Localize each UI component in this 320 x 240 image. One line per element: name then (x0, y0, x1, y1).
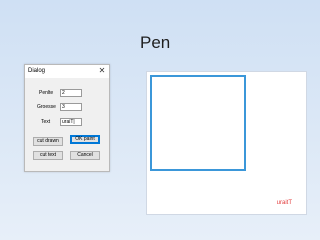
text-label: Text (41, 119, 51, 125)
groesse-label: Groesse (37, 104, 56, 110)
cut-text-button[interactable]: cut text (33, 151, 63, 160)
text-input[interactable]: uraiT| (60, 118, 82, 126)
close-icon[interactable]: ✕ (98, 66, 106, 76)
dialog-titlebar[interactable]: Dialog ✕ (25, 65, 109, 78)
dialog-title: Dialog (28, 68, 46, 74)
dialog-window: Dialog ✕ Penlte 2 Groesse 3 Text uraiT| … (24, 64, 110, 172)
cut-drawn-button[interactable]: cut drawn (33, 137, 63, 146)
slide-title: Pen (140, 33, 171, 52)
drawn-text: uraitT (276, 200, 292, 206)
penlte-label: Penlte (39, 90, 54, 96)
drawn-rectangle (150, 75, 246, 171)
drawing-canvas[interactable]: uraitT (146, 71, 307, 215)
cancel-button[interactable]: Cancel (70, 151, 100, 160)
ok-paint-button[interactable]: OK paint (70, 135, 100, 144)
penlte-input[interactable]: 2 (60, 89, 82, 97)
groesse-input[interactable]: 3 (60, 103, 82, 111)
